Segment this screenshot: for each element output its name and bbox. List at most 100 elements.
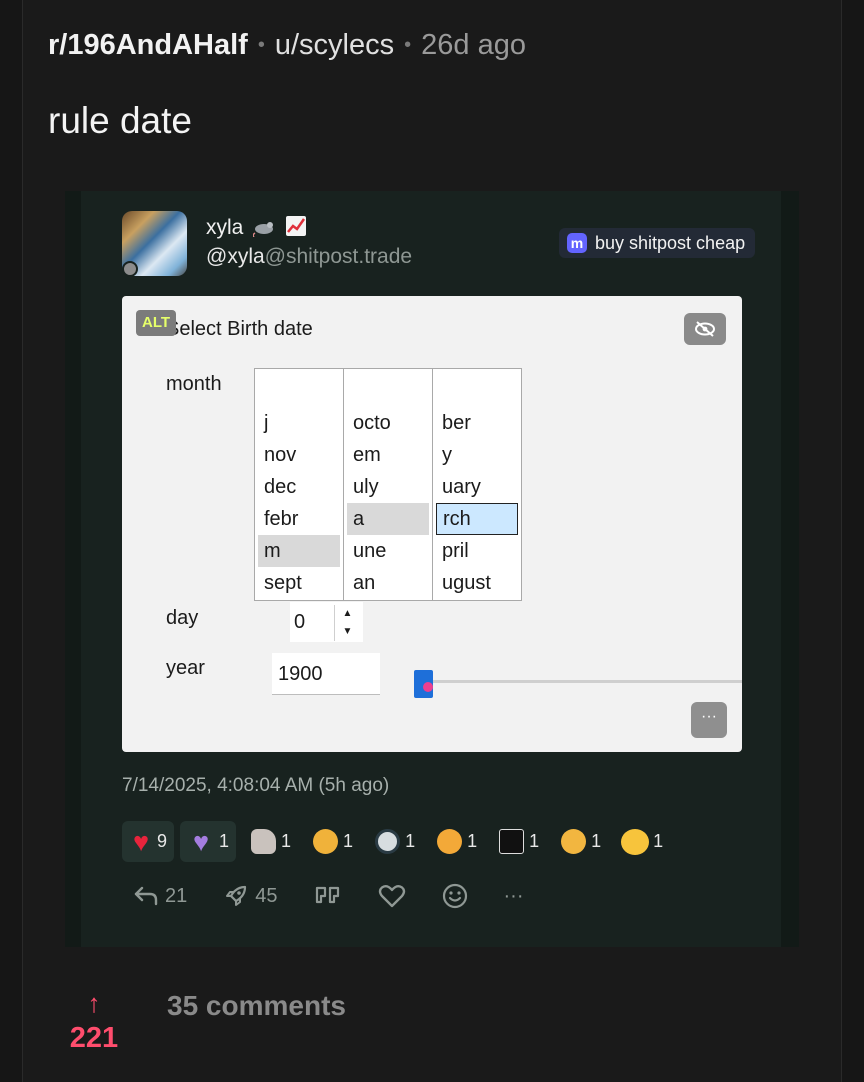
vote-score: 221 xyxy=(69,1022,119,1054)
red-heart-icon: ♥ xyxy=(132,826,150,857)
list-item[interactable]: nov xyxy=(258,439,340,471)
reaction-scared-cat[interactable]: 1 xyxy=(552,821,608,862)
instance-badge[interactable]: m buy shitpost cheap xyxy=(559,228,756,258)
day-label: day xyxy=(166,607,199,629)
year-slider-track[interactable] xyxy=(422,680,742,683)
alt-badge[interactable]: ALT xyxy=(136,310,177,336)
reply-count: 21 xyxy=(165,884,188,907)
status-dot xyxy=(122,261,138,277)
comments-link[interactable]: 35 comments xyxy=(167,990,346,1022)
list-item-selected[interactable]: a xyxy=(347,503,429,535)
author-link[interactable]: u/scylecs xyxy=(275,29,394,61)
display-name-text: xyla xyxy=(206,216,244,239)
display-name[interactable]: xyla xyxy=(206,215,307,240)
reaction-count: 1 xyxy=(343,831,354,851)
list-item[interactable]: ugust xyxy=(436,567,518,599)
list-item[interactable]: octo xyxy=(347,407,429,439)
reaction-red-heart[interactable]: ♥ 9 xyxy=(122,821,175,862)
list-item[interactable]: em xyxy=(347,439,429,471)
shocked-cat-emoji-icon xyxy=(311,828,339,856)
list-item[interactable]: an xyxy=(347,567,429,599)
list-item[interactable]: une xyxy=(347,535,429,567)
favourite-button[interactable] xyxy=(378,881,406,911)
reaction-count: 1 xyxy=(405,831,416,851)
decrement-button[interactable]: ▼ xyxy=(335,623,360,641)
rat-emoji-icon xyxy=(253,222,274,237)
more-icon: ··· xyxy=(503,884,524,907)
cursor-dot xyxy=(423,682,433,692)
eye-slash-icon xyxy=(695,321,715,337)
smiley-icon xyxy=(442,883,467,909)
year-label: year xyxy=(166,657,205,679)
reaction-robot-face[interactable]: 1 xyxy=(366,821,422,862)
month-label: month xyxy=(166,373,222,395)
day-stepper[interactable]: 0 ▲ ▼ xyxy=(290,602,363,642)
reply-button[interactable]: 21 xyxy=(133,881,187,911)
embedded-image[interactable]: xyla @xyla@shitpost.trade m buy shitpost… xyxy=(65,191,799,947)
separator-dot: • xyxy=(404,34,412,56)
separator-dot: • xyxy=(257,34,265,56)
reaction-shocked-cat[interactable]: 1 xyxy=(304,821,360,862)
screenshot-image[interactable]: Select Birth date ALT month j nov dec fe… xyxy=(122,296,742,752)
list-item[interactable]: sept xyxy=(258,567,340,599)
list-item[interactable]: pril xyxy=(436,535,518,567)
month-column-1[interactable]: j nov dec febr m sept xyxy=(255,369,344,600)
year-value: 1900 xyxy=(278,663,323,685)
year-slider-thumb[interactable] xyxy=(414,670,433,698)
post-title[interactable]: rule date xyxy=(48,100,192,142)
handle-user: @xyla xyxy=(206,245,265,268)
boost-count: 45 xyxy=(255,884,278,907)
list-item[interactable]: ber xyxy=(436,407,518,439)
reaction-crying-cat[interactable]: 1 xyxy=(614,821,670,862)
reply-icon xyxy=(134,886,158,906)
day-value[interactable]: 0 xyxy=(294,602,322,642)
increment-button[interactable]: ▲ xyxy=(335,605,360,623)
list-item[interactable]: uly xyxy=(347,471,429,503)
dog-emoji-icon xyxy=(249,828,277,856)
list-item[interactable]: uary xyxy=(436,471,518,503)
quote-icon xyxy=(315,886,339,904)
hide-media-button[interactable] xyxy=(684,313,726,345)
year-input[interactable]: 1900 xyxy=(272,653,380,695)
list-item-selected[interactable]: m xyxy=(258,535,340,567)
quote-button[interactable] xyxy=(314,881,342,911)
month-column-3[interactable]: ber y uary rch pril ugust xyxy=(433,369,521,600)
list-item[interactable]: y xyxy=(436,439,518,471)
crying-cat-emoji-icon xyxy=(621,828,650,856)
toot-timestamp[interactable]: 7/14/2025, 4:08:04 AM (5h ago) xyxy=(122,775,389,797)
subreddit-link[interactable]: r/196AndAHalf xyxy=(48,29,248,61)
boost-button[interactable]: 45 xyxy=(223,881,278,911)
reaction-count: 9 xyxy=(157,831,168,851)
month-listbox[interactable]: j nov dec febr m sept octo em uly a une … xyxy=(254,368,522,601)
account-handle[interactable]: @xyla@shitpost.trade xyxy=(206,245,412,269)
list-item[interactable]: j xyxy=(258,407,340,439)
dark-face-emoji-icon xyxy=(497,828,525,856)
more-options-button[interactable]: ··· xyxy=(691,702,727,738)
month-column-2[interactable]: octo em uly a une an xyxy=(344,369,433,600)
mastodon-icon: m xyxy=(567,233,587,253)
list-item[interactable]: febr xyxy=(258,503,340,535)
smug-cat-emoji-icon xyxy=(435,828,463,856)
purple-heart-icon: ♥ xyxy=(193,826,210,857)
list-item-focused[interactable]: rch xyxy=(436,503,518,535)
add-reaction-button[interactable] xyxy=(442,881,468,911)
robot-face-emoji-icon xyxy=(373,828,401,856)
reaction-dog[interactable]: 1 xyxy=(242,821,298,862)
upvote-arrow-icon[interactable]: ↑ xyxy=(66,990,122,1016)
action-bar: 21 45 ··· xyxy=(133,881,559,911)
rocket-icon xyxy=(226,885,247,906)
post-age: 26d ago xyxy=(421,29,526,61)
reaction-dark-face[interactable]: 1 xyxy=(490,821,546,862)
toot-card: xyla @xyla@shitpost.trade m buy shitpost… xyxy=(81,191,781,947)
window-title: Select Birth date xyxy=(166,318,313,340)
reaction-smug-cat[interactable]: 1 xyxy=(428,821,484,862)
handle-domain: @shitpost.trade xyxy=(264,245,413,268)
reaction-bar: ♥ 9 ♥ 1 1 1 1 1 1 1 1 xyxy=(122,821,670,862)
more-actions-button[interactable]: ··· xyxy=(504,881,524,911)
reaction-purple-heart[interactable]: ♥ 1 xyxy=(180,821,237,862)
list-item[interactable]: dec xyxy=(258,471,340,503)
reaction-count: 1 xyxy=(219,831,230,851)
heart-outline-icon xyxy=(378,885,405,908)
instance-badge-label: buy shitpost cheap xyxy=(595,232,746,253)
reaction-count: 1 xyxy=(529,831,540,851)
